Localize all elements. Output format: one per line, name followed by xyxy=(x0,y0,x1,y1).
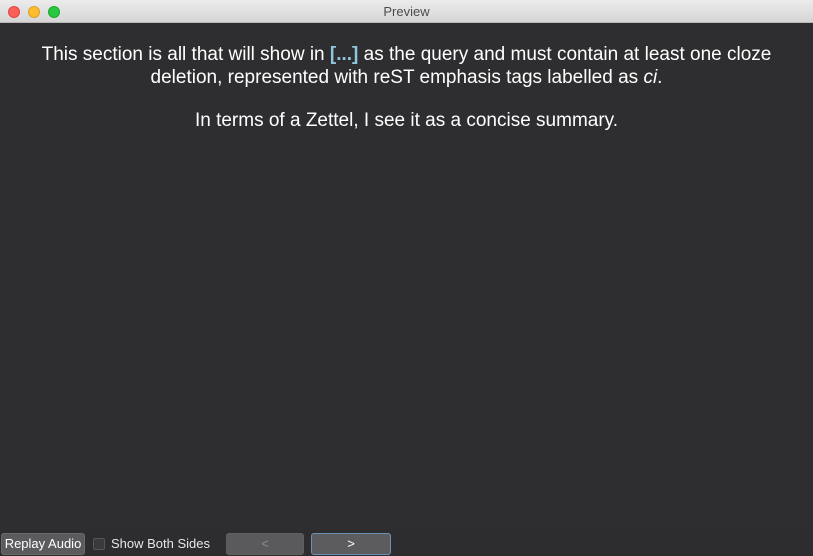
preview-window: Preview This section is all that will sh… xyxy=(0,0,813,556)
preview-controls: Replay Audio Show Both Sides < > xyxy=(0,530,813,556)
emphasis-text: ci xyxy=(643,67,658,88)
next-button[interactable]: > xyxy=(311,533,391,555)
title-bar[interactable]: Preview xyxy=(0,0,813,23)
cloze-placeholder: [...] xyxy=(329,44,359,65)
previous-button[interactable]: < xyxy=(226,533,304,555)
question-text-end: . xyxy=(657,67,663,88)
show-both-sides-checkbox[interactable] xyxy=(93,538,105,550)
question-text-start: This section is all that will show in xyxy=(41,44,330,65)
question-paragraph: This section is all that will show in [.… xyxy=(10,43,803,89)
show-both-sides-label: Show Both Sides xyxy=(111,536,211,551)
card-preview-area: This section is all that will show in [.… xyxy=(0,23,813,530)
window-title: Preview xyxy=(383,4,430,19)
summary-paragraph: In terms of a Zettel, I see it as a conc… xyxy=(194,110,619,131)
replay-audio-button[interactable]: Replay Audio xyxy=(1,533,85,555)
